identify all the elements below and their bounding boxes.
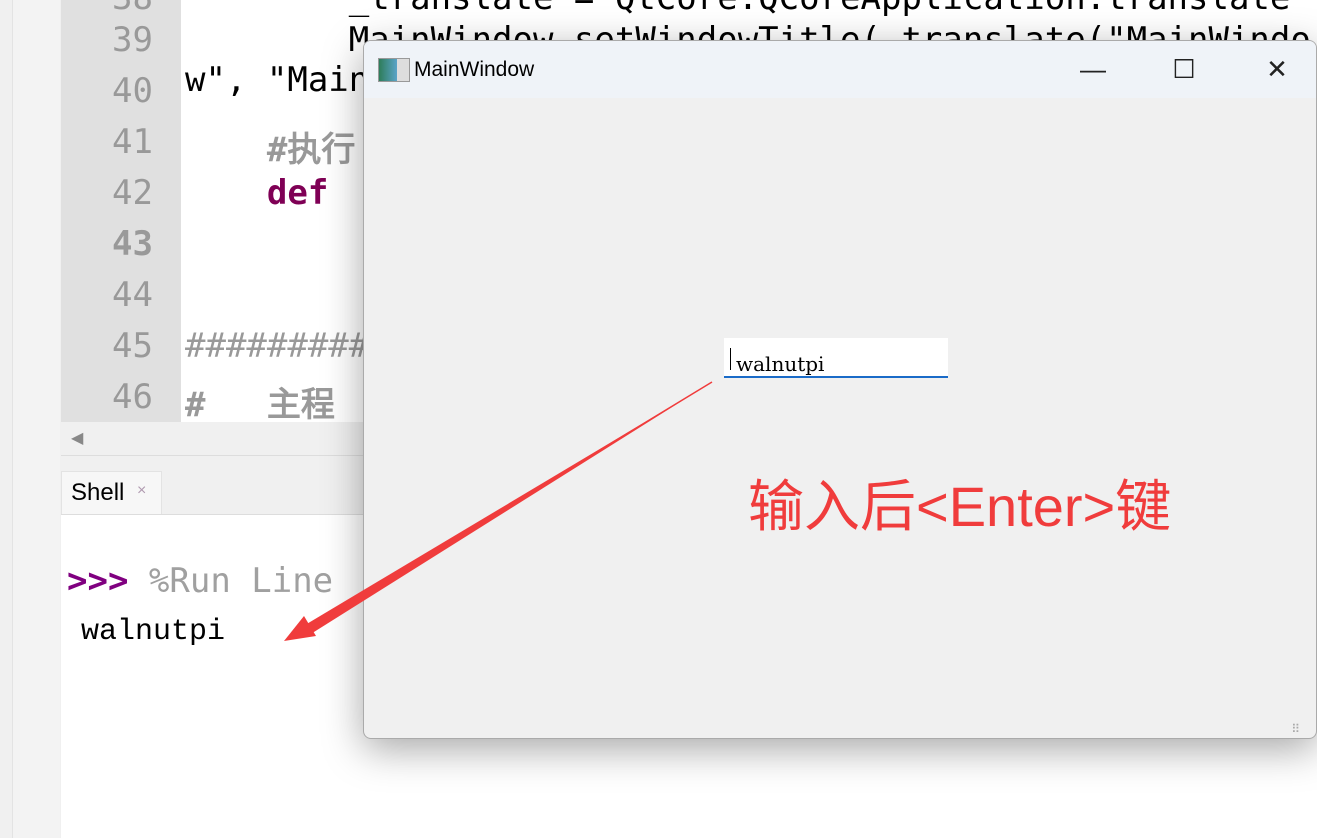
annotation-text: 输入后<Enter>键: [748, 475, 1172, 538]
annotation-arrow: [284, 381, 713, 641]
